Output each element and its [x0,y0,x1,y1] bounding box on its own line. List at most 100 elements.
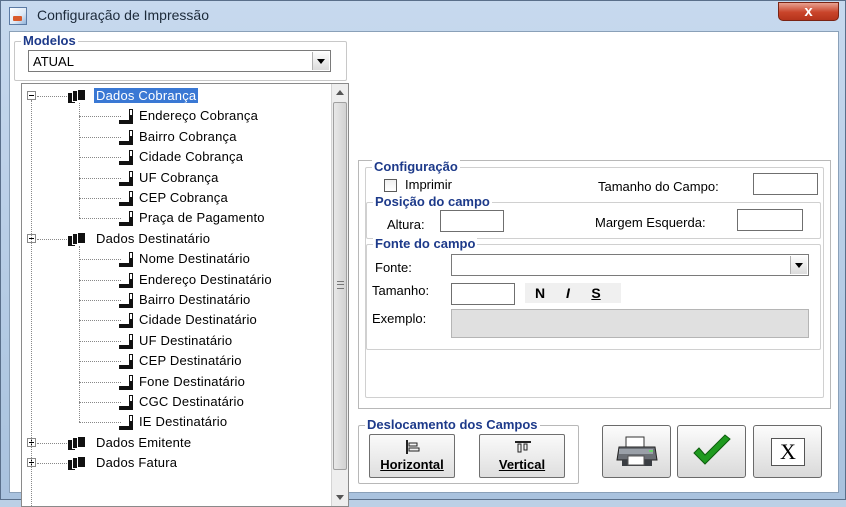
field-marker-icon [119,109,133,125]
cancel-button[interactable]: X [753,425,822,478]
horizontal-button[interactable]: Horizontal [369,434,455,478]
title-bar[interactable]: Configuração de Impressão x [1,1,846,31]
tree-connector [79,402,121,403]
tree-leaf-node[interactable]: Bairro Destinatário [22,290,327,310]
tree-leaf-label: Endereço Cobrança [139,108,259,124]
tree-leaf-node[interactable]: IE Destinatário [22,412,327,432]
print-settings-icon [9,7,27,25]
tree-leaf-node[interactable]: Bairro Cobrança [22,127,327,147]
tree-group-node[interactable]: Dados Cobrança [22,86,327,106]
font-label: Fonte: [375,260,412,275]
scroll-up-arrow-icon[interactable] [332,84,348,101]
tree-leaf-node[interactable]: Praça de Pagamento [22,208,327,228]
field-marker-icon [119,150,133,166]
print-button[interactable] [602,425,671,478]
document-stack-icon [67,89,89,104]
tree-connector [37,442,67,444]
document-stack-icon [67,456,89,472]
tree-leaf-label: Praça de Pagamento [139,210,265,226]
height-input[interactable] [440,210,504,232]
fields-tree[interactable]: Dados Cobrança Endereço Cobrança Bairro Co… [21,83,349,507]
shift-group: Deslocamento dos Campos Horizontal Verti… [358,417,579,484]
position-group: Posição do campo Altura: Margem Esquerda… [366,194,821,239]
field-marker-icon [119,293,133,308]
tree-leaf-node[interactable]: UF Destinatário [22,331,327,351]
tree-leaf-node[interactable]: Fone Destinatário [22,372,327,392]
collapse-icon[interactable] [27,91,36,100]
tree-group-node[interactable]: Dados Destinatário [22,229,327,249]
vertical-button[interactable]: Vertical [479,434,565,478]
tree-leaf-label: Cidade Destinatário [139,312,257,328]
checkmark-icon [693,434,731,465]
tree-leaf-node[interactable]: UF Cobrança [22,168,327,188]
field-marker-icon [119,313,133,329]
tree-group-node[interactable]: Dados Fatura [22,453,327,473]
tree-connector [79,103,80,219]
tree-group-label: Dados Fatura [96,455,178,471]
size-input[interactable] [451,283,515,305]
height-label: Altura: [387,217,425,232]
tree-leaf-label: Fone Destinatário [139,373,246,389]
tree-connector [37,463,67,465]
format-toolbar: N I S [525,283,621,303]
tree-scrollbar[interactable] [331,84,348,506]
tree-leaf-label: UF Destinatário [139,332,233,348]
tree-leaf-label: CEP Destinatário [139,353,242,369]
tree-connector [79,340,121,342]
tree-group-node[interactable]: Dados Emitente [22,433,327,453]
tree-leaf-label: Bairro Cobrança [139,128,237,144]
position-legend: Posição do campo [373,194,492,209]
field-marker-icon [119,333,133,349]
horizontal-button-label: Horizontal [380,457,444,472]
font-legend: Fonte do campo [373,236,478,251]
field-marker-icon [119,272,133,288]
field-marker-icon [119,211,133,227]
tree-leaf-node[interactable]: CGC Destinatário [22,392,327,412]
tree-connector [79,116,121,118]
tree-connector [79,361,121,363]
print-checkbox[interactable] [384,179,397,192]
left-margin-input[interactable] [737,209,803,231]
tree-leaf-node[interactable]: CEP Cobrança [22,188,327,208]
shift-legend: Deslocamento dos Campos [365,417,540,432]
print-checkbox-label: Imprimir [405,177,452,192]
tree-group-label: Dados Emitente [96,434,192,450]
models-legend: Modelos [21,33,78,48]
tree-leaf-label: CGC Destinatário [139,394,245,409]
tree-leaf-node[interactable]: Endereço Destinatário [22,270,327,290]
size-label: Tamanho: [372,283,430,298]
tree-group-label: Dados Cobrança [94,88,199,103]
tree-connector [37,238,67,240]
chevron-down-icon[interactable] [790,256,807,274]
bold-button[interactable]: N [527,283,553,303]
models-group: Modelos ATUAL [14,33,347,81]
tree-leaf-node[interactable]: Nome Destinatário [22,249,327,269]
font-select[interactable] [451,254,809,276]
field-marker-icon [119,374,133,390]
field-marker-icon [119,129,133,145]
ok-button[interactable] [677,425,746,478]
chevron-down-icon[interactable] [312,52,329,70]
models-select[interactable]: ATUAL [28,50,331,72]
underline-button[interactable]: S [583,283,609,303]
field-marker-icon [119,170,133,186]
tree-leaf-node[interactable]: Endereço Cobrança [22,106,327,126]
tree-leaf-label: UF Cobrança [139,169,219,185]
cancel-x-icon: X [771,438,805,466]
tree-leaf-node[interactable]: CEP Destinatário [22,351,327,371]
scroll-thumb[interactable] [333,102,347,470]
tree-leaf-node[interactable]: Cidade Destinatário [22,310,327,330]
field-size-input[interactable] [753,173,818,195]
scroll-down-arrow-icon[interactable] [332,489,348,506]
italic-button[interactable]: I [555,283,581,303]
document-stack-icon [67,435,89,451]
align-horizontal-icon [406,440,420,454]
tree-connector [79,381,121,383]
tree-connector [79,300,121,301]
close-button[interactable]: x [778,2,839,21]
font-group: Fonte do campo Fonte: Tamanho: N I S Exe… [366,236,821,350]
example-label: Exemplo: [372,311,427,326]
field-marker-icon [119,191,133,206]
tree-connector [79,422,121,424]
tree-leaf-node[interactable]: Cidade Cobrança [22,147,327,167]
